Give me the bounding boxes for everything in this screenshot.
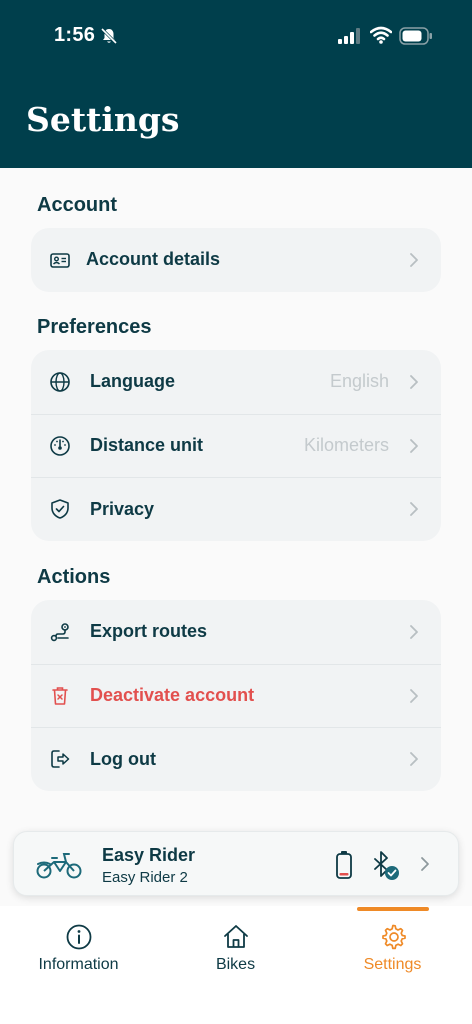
status-time: 1:56 <box>54 24 96 46</box>
tab-bar: Information Bikes Settings <box>0 906 472 1024</box>
account-details-label: Account details <box>86 249 221 270</box>
ebike-icon <box>36 853 82 879</box>
language-value: English <box>329 371 389 392</box>
deactivate-account-label: Deactivate account <box>90 685 255 706</box>
log-out-label: Log out <box>90 748 156 769</box>
distance-unit-row[interactable]: Distance unit Kilometers <box>31 413 441 478</box>
section-title-actions: Actions <box>37 566 111 588</box>
chevron-right-icon <box>410 624 418 639</box>
id-card-icon <box>50 252 70 268</box>
tab-settings-label: Settings <box>363 956 422 973</box>
distance-unit-label: Distance unit <box>90 435 204 456</box>
info-icon <box>66 924 91 950</box>
battery-icon <box>399 27 432 45</box>
bike-name: Easy Rider <box>102 845 196 865</box>
shield-check-icon <box>51 499 69 520</box>
header: 1:56 Settings <box>0 0 472 168</box>
chevron-right-icon <box>410 688 418 703</box>
tab-bikes-label: Bikes <box>215 956 256 973</box>
bike-battery-icon <box>336 851 352 879</box>
deactivate-account-row[interactable]: Deactivate account <box>31 663 441 728</box>
language-label: Language <box>90 371 176 392</box>
gear-icon <box>381 924 406 950</box>
privacy-row[interactable]: Privacy <box>31 477 441 541</box>
page-title: Settings <box>26 100 180 139</box>
bike-model: Easy Rider 2 <box>102 869 188 886</box>
wifi-icon <box>370 26 392 44</box>
preferences-card: Language English Distance unit Kilometer… <box>31 350 441 541</box>
home-icon <box>223 925 248 948</box>
export-routes-row[interactable]: Export routes <box>31 600 441 664</box>
bell-off-icon <box>100 27 118 45</box>
chevron-right-icon <box>410 752 418 767</box>
cellular-signal-icon <box>338 28 360 44</box>
privacy-label: Privacy <box>90 498 155 519</box>
status-bar: 1:56 <box>0 0 472 72</box>
log-out-icon <box>51 750 70 769</box>
language-row[interactable]: Language English <box>31 350 441 414</box>
chevron-right-icon <box>410 252 418 267</box>
route-icon <box>50 622 69 641</box>
tab-bikes[interactable]: Bikes <box>157 906 314 1024</box>
chevron-right-icon <box>421 857 429 871</box>
gauge-icon <box>50 435 70 456</box>
account-details-row[interactable]: Account details <box>31 228 441 292</box>
globe-icon <box>50 371 70 392</box>
section-title-preferences: Preferences <box>37 316 152 338</box>
tab-information[interactable]: Information <box>0 906 157 1024</box>
connected-bike-card[interactable]: Easy Rider Easy Rider 2 <box>13 831 459 896</box>
bluetooth-connected-icon <box>374 851 399 880</box>
chevron-right-icon <box>410 438 418 453</box>
trash-icon <box>52 686 68 705</box>
export-routes-label: Export routes <box>90 621 208 642</box>
chevron-right-icon <box>410 374 418 389</box>
distance-unit-value: Kilometers <box>303 435 389 456</box>
tab-information-label: Information <box>38 956 119 973</box>
actions-card: Export routes Deactivate account Log out <box>31 600 441 791</box>
account-card: Account details <box>31 228 441 292</box>
chevron-right-icon <box>410 502 418 517</box>
tab-settings[interactable]: Settings <box>314 906 471 1024</box>
section-title-account: Account <box>37 194 117 216</box>
log-out-row[interactable]: Log out <box>31 727 441 791</box>
